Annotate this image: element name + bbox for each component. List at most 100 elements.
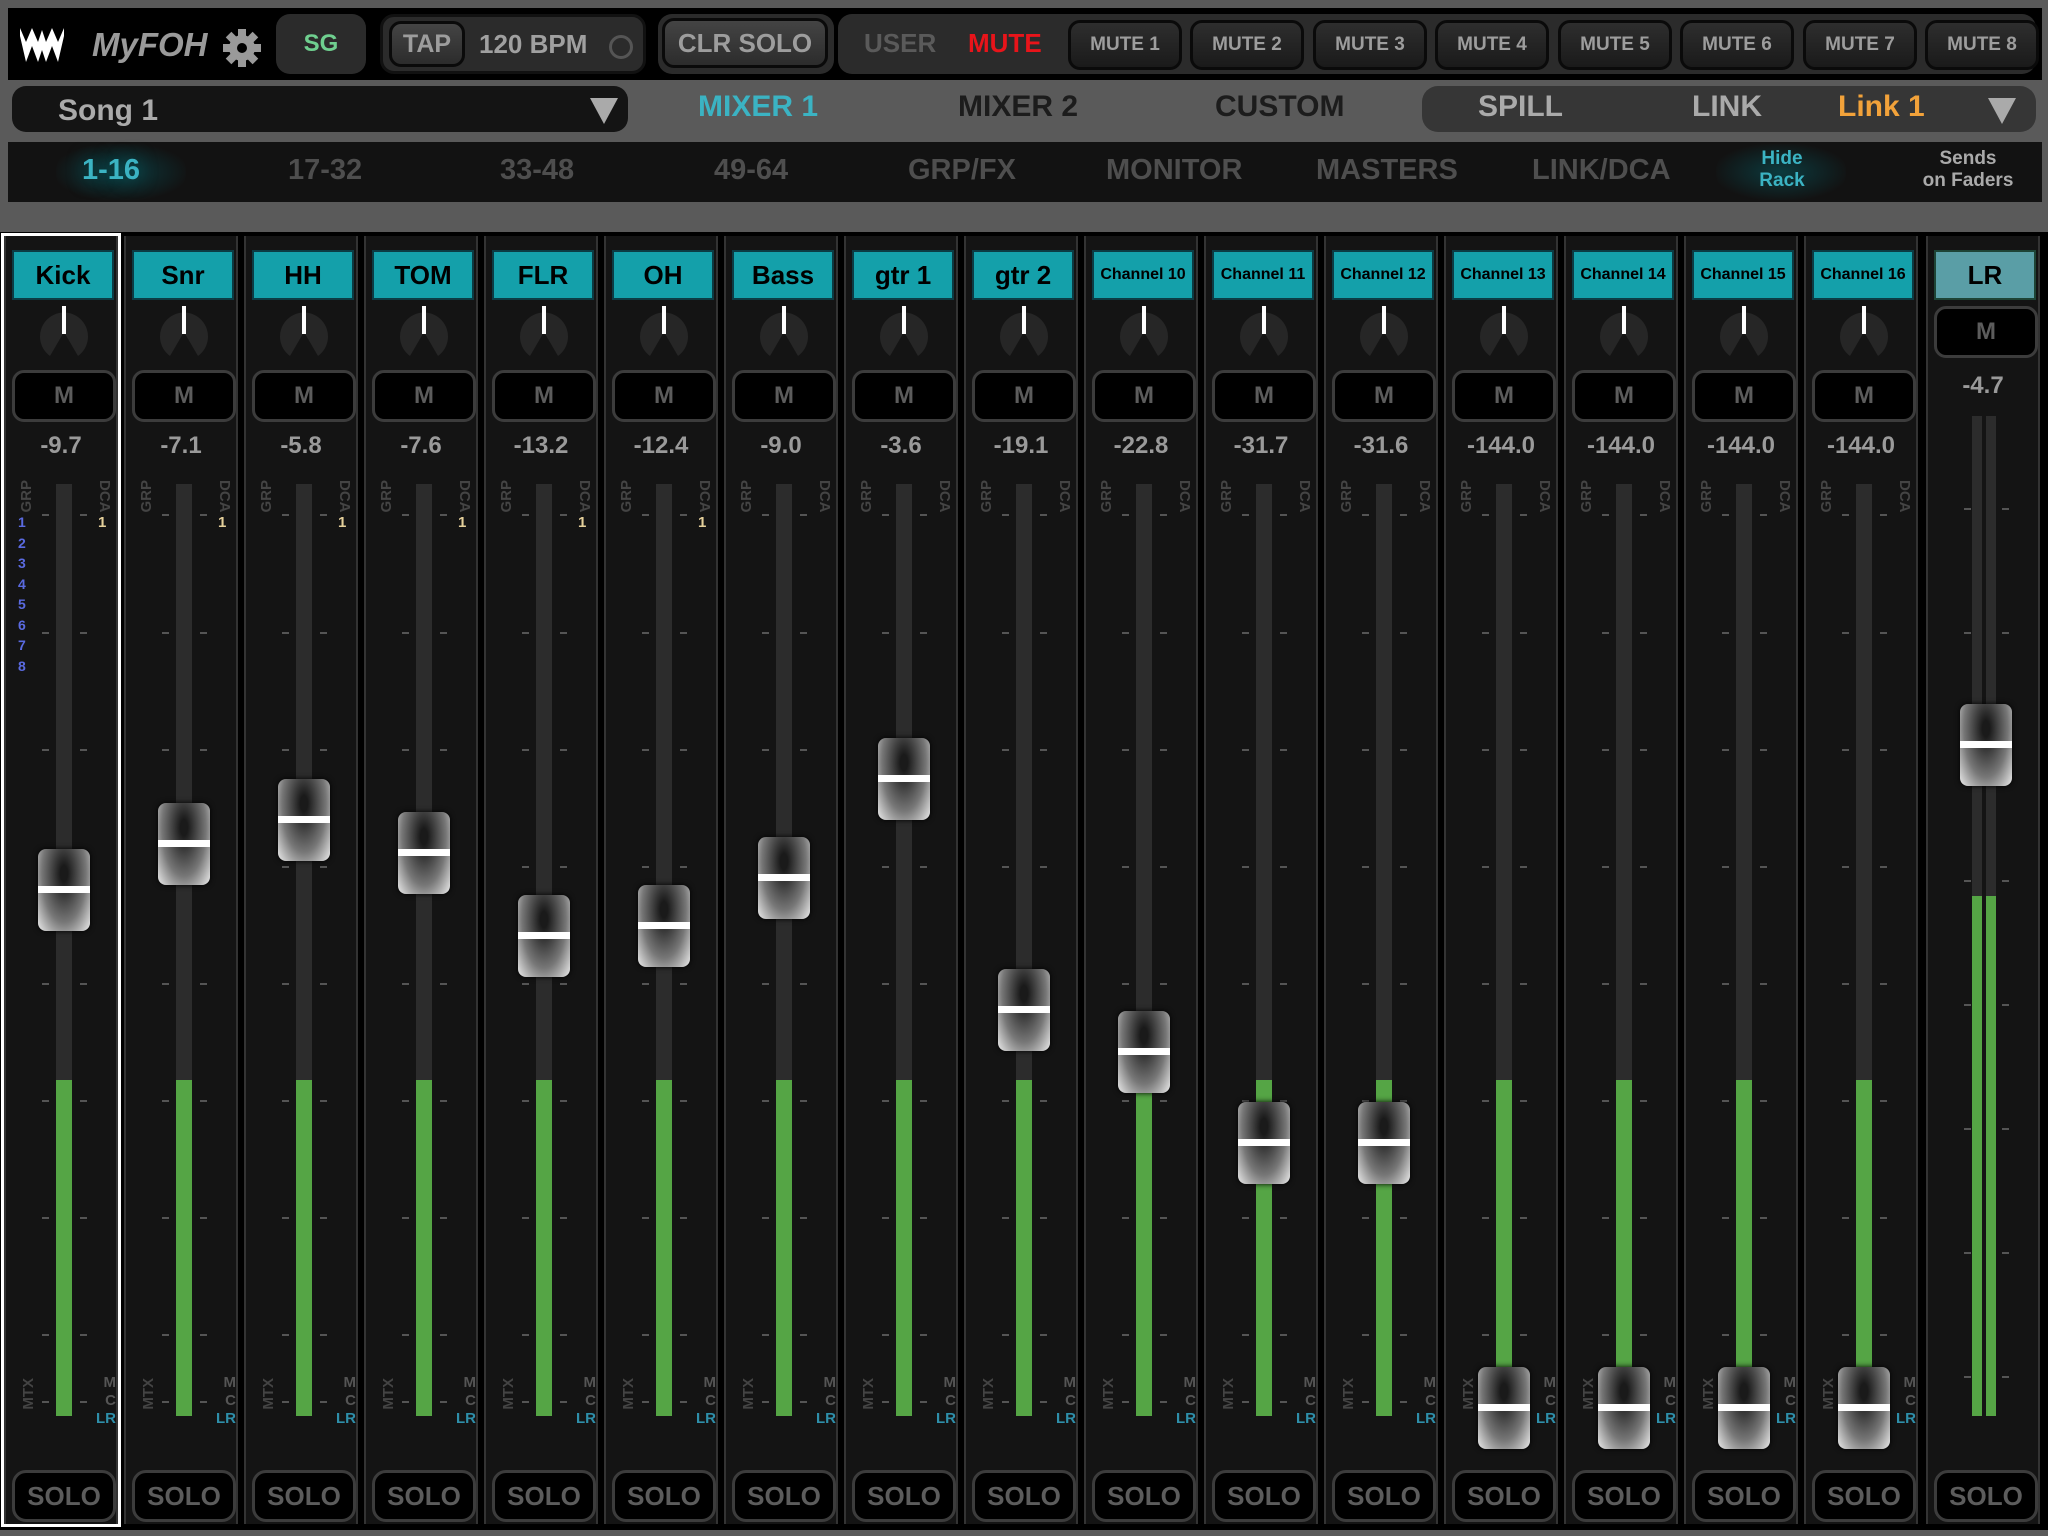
channel-name-button[interactable]: HH: [252, 250, 354, 300]
mute-group-4-button[interactable]: MUTE 4: [1435, 20, 1549, 70]
fader-cap[interactable]: [518, 895, 570, 978]
bank-17-32[interactable]: 17-32: [288, 154, 362, 187]
channel-name-button[interactable]: Channel 11: [1212, 250, 1314, 300]
channel-name-button[interactable]: OH: [612, 250, 714, 300]
fader-cap[interactable]: [758, 836, 810, 919]
pan-knob[interactable]: [756, 306, 812, 362]
channel-name-button[interactable]: Snr: [132, 250, 234, 300]
mute-button[interactable]: MUTE: [968, 28, 1042, 59]
mute-button[interactable]: M: [732, 370, 836, 422]
bank-masters[interactable]: MASTERS: [1316, 154, 1458, 187]
fader-cap[interactable]: [638, 884, 690, 967]
mute-button[interactable]: M: [1092, 370, 1196, 422]
pan-knob[interactable]: [996, 306, 1052, 362]
tab-mixer-2[interactable]: MIXER 2: [958, 90, 1078, 124]
solo-button[interactable]: SOLO: [1934, 1470, 2038, 1522]
user-button[interactable]: USER: [864, 28, 936, 59]
channel-name-button[interactable]: TOM: [372, 250, 474, 300]
clear-solo-button[interactable]: CLR SOLO: [662, 18, 828, 68]
solo-button[interactable]: SOLO: [1812, 1470, 1916, 1522]
mute-button[interactable]: M: [252, 370, 356, 422]
mute-group-2-button[interactable]: MUTE 2: [1190, 20, 1304, 70]
pan-knob[interactable]: [1236, 306, 1292, 362]
channel-name-button[interactable]: Bass: [732, 250, 834, 300]
solo-button[interactable]: SOLO: [1692, 1470, 1796, 1522]
fader-track[interactable]: [1856, 484, 1872, 1416]
channel-name-button[interactable]: gtr 2: [972, 250, 1074, 300]
fader-track[interactable]: [1736, 484, 1752, 1416]
pan-knob[interactable]: [1356, 306, 1412, 362]
mute-button[interactable]: M: [1692, 370, 1796, 422]
tab-mixer-1[interactable]: MIXER 1: [698, 90, 818, 124]
pan-knob[interactable]: [636, 306, 692, 362]
fader-cap[interactable]: [278, 779, 330, 862]
fader-cap[interactable]: [398, 811, 450, 894]
fader-cap[interactable]: [1960, 703, 2012, 786]
fader-track[interactable]: [1136, 484, 1152, 1416]
bank-49-64[interactable]: 49-64: [714, 154, 788, 187]
fader-track[interactable]: [1616, 484, 1632, 1416]
bank-grp-fx[interactable]: GRP/FX: [908, 154, 1016, 187]
solo-button[interactable]: SOLO: [252, 1470, 356, 1522]
fader-track[interactable]: [776, 484, 792, 1416]
fader-cap[interactable]: [1838, 1367, 1890, 1450]
channel-name-button[interactable]: FLR: [492, 250, 594, 300]
tab-custom[interactable]: CUSTOM: [1215, 90, 1344, 124]
fader-track[interactable]: [1376, 484, 1392, 1416]
fader-cap[interactable]: [38, 849, 90, 932]
solo-button[interactable]: SOLO: [132, 1470, 236, 1522]
mute-group-1-button[interactable]: MUTE 1: [1068, 20, 1182, 70]
mute-group-3-button[interactable]: MUTE 3: [1313, 20, 1427, 70]
fader-cap[interactable]: [1598, 1367, 1650, 1450]
solo-button[interactable]: SOLO: [972, 1470, 1076, 1522]
pan-knob[interactable]: [36, 306, 92, 362]
channel-name-button[interactable]: Channel 15: [1692, 250, 1794, 300]
fader-cap[interactable]: [1358, 1101, 1410, 1184]
fader-track[interactable]: [1972, 416, 2000, 1416]
channel-name-button[interactable]: LR: [1934, 250, 2036, 300]
fader-track[interactable]: [1256, 484, 1272, 1416]
mute-group-6-button[interactable]: MUTE 6: [1680, 20, 1794, 70]
bank-33-48[interactable]: 33-48: [500, 154, 574, 187]
mute-button[interactable]: M: [1572, 370, 1676, 422]
mute-button[interactable]: M: [12, 370, 116, 422]
bank-link-dca[interactable]: LINK/DCA: [1532, 154, 1671, 187]
fader-track[interactable]: [296, 484, 312, 1416]
channel-name-button[interactable]: Channel 16: [1812, 250, 1914, 300]
sg-button[interactable]: SG: [276, 14, 366, 74]
solo-button[interactable]: SOLO: [612, 1470, 716, 1522]
gear-icon[interactable]: [222, 28, 262, 68]
solo-button[interactable]: SOLO: [1332, 1470, 1436, 1522]
solo-button[interactable]: SOLO: [1092, 1470, 1196, 1522]
fader-cap[interactable]: [158, 802, 210, 885]
mute-button[interactable]: M: [1812, 370, 1916, 422]
mute-button[interactable]: M: [132, 370, 236, 422]
solo-button[interactable]: SOLO: [372, 1470, 476, 1522]
pan-knob[interactable]: [1836, 306, 1892, 362]
solo-button[interactable]: SOLO: [852, 1470, 956, 1522]
fader-cap[interactable]: [1718, 1367, 1770, 1450]
mute-group-7-button[interactable]: MUTE 7: [1803, 20, 1917, 70]
channel-name-button[interactable]: Channel 14: [1572, 250, 1674, 300]
fader-cap[interactable]: [878, 738, 930, 821]
mute-button[interactable]: M: [1332, 370, 1436, 422]
tap-button[interactable]: TAP: [389, 21, 465, 67]
bank-monitor[interactable]: MONITOR: [1106, 154, 1242, 187]
mute-button[interactable]: M: [612, 370, 716, 422]
fader-track[interactable]: [1496, 484, 1512, 1416]
mute-button[interactable]: M: [492, 370, 596, 422]
pan-knob[interactable]: [156, 306, 212, 362]
pan-knob[interactable]: [1716, 306, 1772, 362]
mute-group-5-button[interactable]: MUTE 5: [1558, 20, 1672, 70]
mute-group-8-button[interactable]: MUTE 8: [1925, 20, 2039, 70]
spill-button[interactable]: SPILL: [1478, 90, 1563, 124]
fader-cap[interactable]: [1118, 1010, 1170, 1093]
link-dropdown-arrow-icon[interactable]: [1988, 98, 2016, 124]
channel-name-button[interactable]: Channel 13: [1452, 250, 1554, 300]
fader-track[interactable]: [176, 484, 192, 1416]
channel-name-button[interactable]: Kick: [12, 250, 114, 300]
mute-button[interactable]: M: [852, 370, 956, 422]
fader-cap[interactable]: [1478, 1367, 1530, 1450]
solo-button[interactable]: SOLO: [732, 1470, 836, 1522]
channel-name-button[interactable]: Channel 10: [1092, 250, 1194, 300]
